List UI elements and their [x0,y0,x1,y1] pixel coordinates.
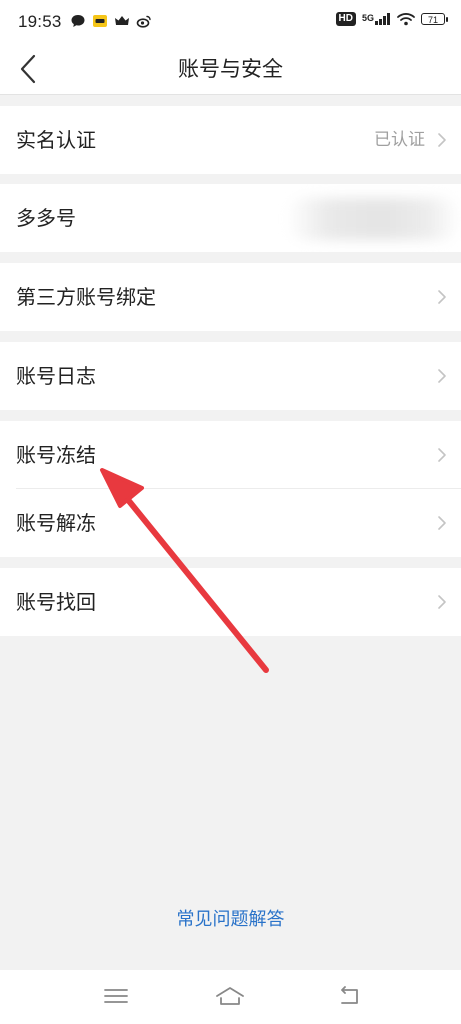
chevron-right-icon [438,448,446,462]
return-icon [341,986,358,1004]
cell-signal-icon [375,13,390,25]
account-recovery-label: 账号找回 [16,590,96,614]
verification-status: 已认证 [374,130,425,150]
message-bubble-icon [71,15,85,27]
back-nav-button[interactable] [334,982,366,1010]
notification-icons [70,13,152,29]
status-time: 19:53 [18,12,62,31]
account-recovery-row[interactable]: 账号找回 [0,568,461,636]
chevron-right-icon [438,290,446,304]
home-icon [216,987,244,1005]
account-unfreeze-label: 账号解冻 [16,511,96,535]
real-name-verification-label: 实名认证 [16,128,96,152]
cell-signal-group: 5G [362,13,391,25]
battery-icon: 71 [421,13,448,25]
chevron-right-icon [438,133,446,147]
menu-icon [104,989,128,1003]
app-badge-icon [93,15,107,27]
wifi-icon [397,13,415,26]
duoduo-id-row[interactable]: 多多号 [0,184,461,252]
account-log-row[interactable]: 账号日志 [0,342,461,410]
nav-bar: 账号与安全 [0,44,461,95]
chevron-right-icon [438,369,446,383]
crown-icon [115,16,129,25]
account-freeze-row[interactable]: 账号冻结 [0,421,461,489]
third-party-binding-row[interactable]: 第三方账号绑定 [0,263,461,331]
weibo-icon [136,15,151,28]
status-bar: 19:53 HD 5G 71 [0,0,461,44]
chevron-right-icon [438,595,446,609]
page-title: 账号与安全 [178,57,283,81]
system-status-icons: HD 5G 71 [335,12,448,26]
account-log-label: 账号日志 [16,364,96,388]
system-nav-bar [0,970,461,1024]
duoduo-id-label: 多多号 [16,206,76,230]
chevron-right-icon [438,516,446,530]
faq-link[interactable]: 常见问题解答 [0,905,461,931]
hd-badge: HD [335,12,356,26]
third-party-binding-label: 第三方账号绑定 [16,285,156,309]
account-freeze-label: 账号冻结 [16,443,96,467]
duoduo-id-value-redacted [286,198,461,240]
home-button[interactable] [214,982,246,1010]
menu-button[interactable] [100,982,132,1010]
network-type: 5G [361,13,374,23]
real-name-verification-row[interactable]: 实名认证 已认证 [0,106,461,174]
account-unfreeze-row[interactable]: 账号解冻 [0,489,461,557]
